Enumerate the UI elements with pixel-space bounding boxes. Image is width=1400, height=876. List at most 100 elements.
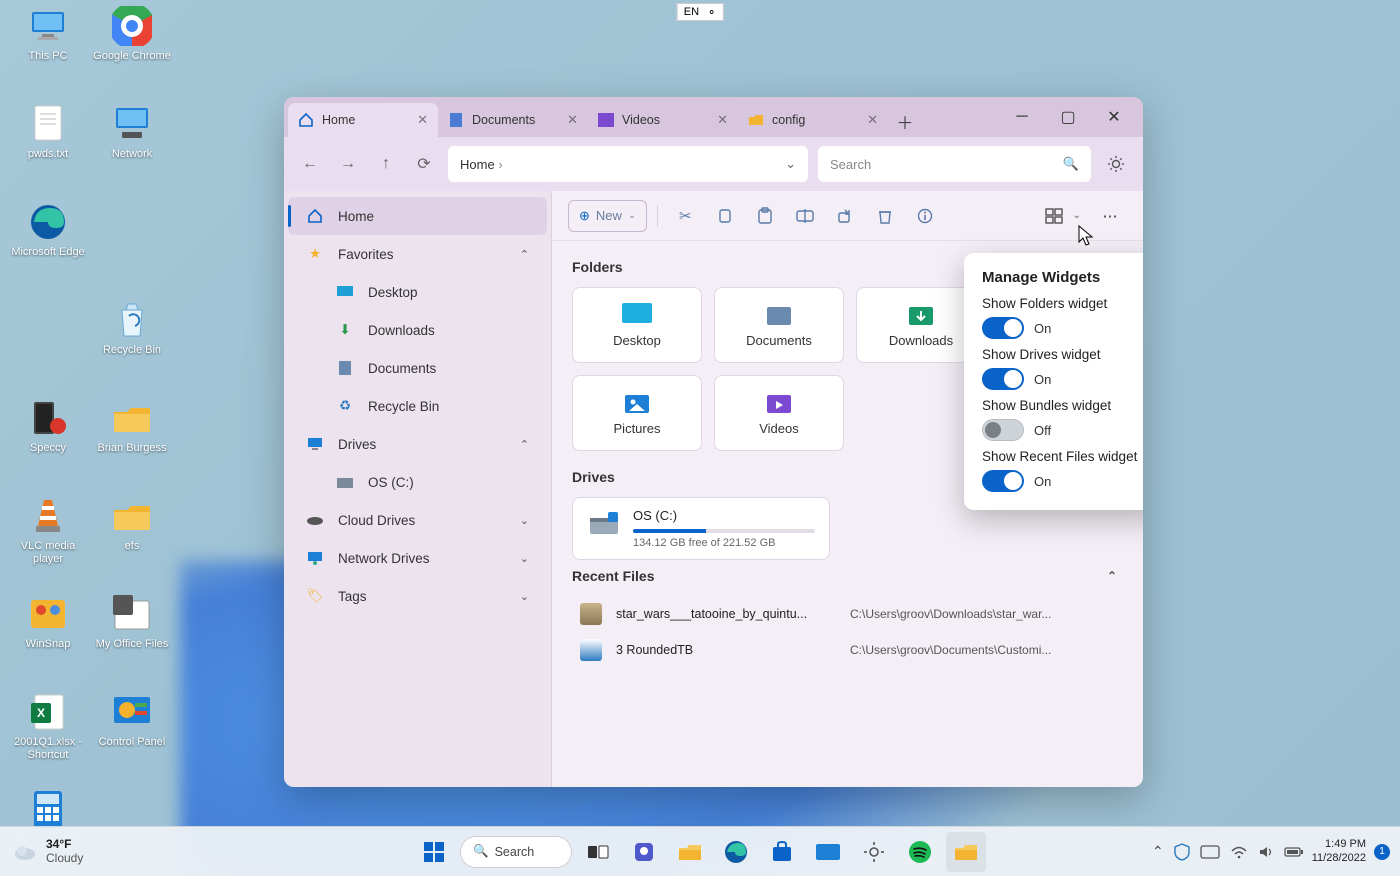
desktop-icon-pwds-txt[interactable]: pwds.txt: [8, 102, 88, 194]
teams-button[interactable]: [624, 832, 664, 872]
notification-badge[interactable]: 1: [1374, 844, 1390, 860]
spotify-button[interactable]: [900, 832, 940, 872]
edge-button[interactable]: [716, 832, 756, 872]
command-bar: ⊕New⌄ ✂ ⌄ ⋯: [552, 191, 1143, 241]
desktop-icon-efs[interactable]: efs: [92, 494, 172, 586]
forward-button[interactable]: →: [334, 150, 362, 178]
tray-chevron-icon[interactable]: ⌃: [1152, 843, 1164, 860]
sidebar-item-network-drives[interactable]: Network Drives ⌄: [288, 539, 547, 577]
chevron-up-icon[interactable]: ⌃: [1107, 569, 1117, 583]
refresh-button[interactable]: ⟳: [410, 150, 438, 178]
settings-taskbar-button[interactable]: [854, 832, 894, 872]
volume-icon[interactable]: [1258, 845, 1274, 859]
settings-button[interactable]: [1101, 149, 1131, 179]
close-button[interactable]: ✕: [1091, 97, 1137, 137]
tab-config[interactable]: config ✕: [738, 103, 888, 137]
chevron-down-icon[interactable]: ⌄: [785, 156, 796, 172]
clock[interactable]: 1:49 PM 11/28/2022: [1312, 838, 1366, 864]
desktop-icon-google-chrome[interactable]: Google Chrome: [92, 4, 172, 96]
desktop-icon-this-pc[interactable]: This PC: [8, 4, 88, 96]
up-button[interactable]: ↑: [372, 150, 400, 178]
folder-documents[interactable]: Documents: [714, 287, 844, 363]
desktop-icon-winsnap[interactable]: WinSnap: [8, 592, 88, 684]
toggle-folders-widget[interactable]: [982, 317, 1024, 339]
sidebar-item-downloads[interactable]: ⬇Downloads: [288, 311, 547, 349]
close-icon[interactable]: ✕: [567, 112, 578, 128]
close-icon[interactable]: ✕: [717, 112, 728, 128]
delete-button[interactable]: [868, 200, 902, 232]
maximize-button[interactable]: ▢: [1045, 97, 1091, 137]
desktop-icon-control-panel[interactable]: Control Panel: [92, 690, 172, 782]
chevron-down-icon[interactable]: ⌄: [520, 514, 529, 527]
chevron-up-icon[interactable]: ⌃: [520, 248, 529, 261]
back-button[interactable]: ←: [296, 150, 324, 178]
close-icon[interactable]: ✕: [867, 112, 878, 128]
desktop-icon-brian-burgess[interactable]: Brian Burgess: [92, 396, 172, 488]
sidebar-item-documents[interactable]: Documents: [288, 349, 547, 387]
file-explorer-button[interactable]: [670, 832, 710, 872]
new-button[interactable]: ⊕New⌄: [568, 200, 647, 232]
recent-file-row[interactable]: 3 RoundedTB C:\Users\groov\Documents\Cus…: [572, 632, 1123, 668]
chevron-up-icon[interactable]: ⌃: [520, 438, 529, 451]
chevron-down-icon[interactable]: ⌄: [520, 590, 529, 603]
desktop-icon-network[interactable]: Network: [92, 102, 172, 194]
desktop-icon-vlc[interactable]: VLC media player: [8, 494, 88, 586]
paste-button[interactable]: [748, 200, 782, 232]
home-icon: [298, 112, 314, 128]
security-icon[interactable]: [1174, 843, 1190, 861]
properties-button[interactable]: [908, 200, 942, 232]
keyboard-icon[interactable]: [1200, 845, 1220, 859]
new-tab-button[interactable]: ＋: [888, 105, 922, 137]
sidebar-item-cloud-drives[interactable]: Cloud Drives ⌄: [288, 501, 547, 539]
drive-os-c[interactable]: OS (C:) 134.12 GB free of 221.52 GB: [572, 497, 830, 560]
tab-videos[interactable]: Videos ✕: [588, 103, 738, 137]
recent-files-section-title[interactable]: Recent Files ⌃: [572, 568, 1123, 584]
task-view-button[interactable]: [578, 832, 618, 872]
sidebar-item-desktop[interactable]: Desktop: [288, 273, 547, 311]
sidebar-item-tags[interactable]: 🏷 Tags ⌄: [288, 577, 547, 615]
search-input[interactable]: Search 🔍: [818, 146, 1091, 182]
sidebar-item-drive-c[interactable]: OS (C:): [288, 463, 547, 501]
cut-button[interactable]: ✂: [668, 200, 702, 232]
desktop-icon-my-office-files[interactable]: My Office Files: [92, 592, 172, 684]
desktop-icon-recycle-bin[interactable]: Recycle Bin: [92, 298, 172, 390]
desktop-icon-microsoft-edge[interactable]: Microsoft Edge: [8, 200, 88, 292]
folder-videos[interactable]: Videos: [714, 375, 844, 451]
popup-item-label: Show Folders widget: [982, 296, 1143, 311]
desktop-icon-excel-shortcut[interactable]: X2001Q1.xlsx - Shortcut: [8, 690, 88, 782]
tab-home[interactable]: Home ✕: [288, 103, 438, 137]
files-app-button[interactable]: [946, 832, 986, 872]
chevron-down-icon[interactable]: ⌄: [520, 552, 529, 565]
sidebar-item-recycle-bin[interactable]: ♻Recycle Bin: [288, 387, 547, 425]
share-button[interactable]: [828, 200, 862, 232]
sidebar-item-home[interactable]: Home: [288, 197, 547, 235]
battery-icon[interactable]: [1284, 846, 1304, 858]
more-button[interactable]: ⋯: [1093, 200, 1127, 232]
app-button-1[interactable]: [808, 832, 848, 872]
breadcrumb-bar[interactable]: Home › ⌄: [448, 146, 808, 182]
tab-documents[interactable]: Documents ✕: [438, 103, 588, 137]
documents-folder-icon: [765, 303, 793, 327]
copy-button[interactable]: [708, 200, 742, 232]
start-button[interactable]: [414, 832, 454, 872]
close-icon[interactable]: ✕: [417, 112, 428, 128]
sidebar-item-favorites[interactable]: ★ Favorites ⌃: [288, 235, 547, 273]
toggle-bundles-widget[interactable]: [982, 419, 1024, 441]
desktop-icon-speccy[interactable]: Speccy: [8, 396, 88, 488]
folder-pictures[interactable]: Pictures: [572, 375, 702, 451]
layout-button[interactable]: ⌄: [1039, 200, 1087, 232]
weather-widget[interactable]: 34°FCloudy: [12, 838, 83, 864]
rename-button[interactable]: [788, 200, 822, 232]
minimize-button[interactable]: ─: [999, 97, 1045, 137]
folder-desktop[interactable]: Desktop: [572, 287, 702, 363]
language-bar[interactable]: EN ⚬: [677, 3, 724, 21]
file-explorer-window: Home ✕ Documents ✕ Videos ✕ config ✕ ＋ ─: [284, 97, 1143, 787]
wifi-icon[interactable]: [1230, 845, 1248, 859]
sidebar-item-drives[interactable]: Drives ⌃: [288, 425, 547, 463]
toggle-recent-files-widget[interactable]: [982, 470, 1024, 492]
store-button[interactable]: [762, 832, 802, 872]
toggle-drives-widget[interactable]: [982, 368, 1024, 390]
taskbar-search[interactable]: 🔍Search: [460, 836, 572, 868]
search-icon: 🔍: [1063, 156, 1079, 172]
recent-file-row[interactable]: star_wars___tatooine_by_quintu... C:\Use…: [572, 596, 1123, 632]
